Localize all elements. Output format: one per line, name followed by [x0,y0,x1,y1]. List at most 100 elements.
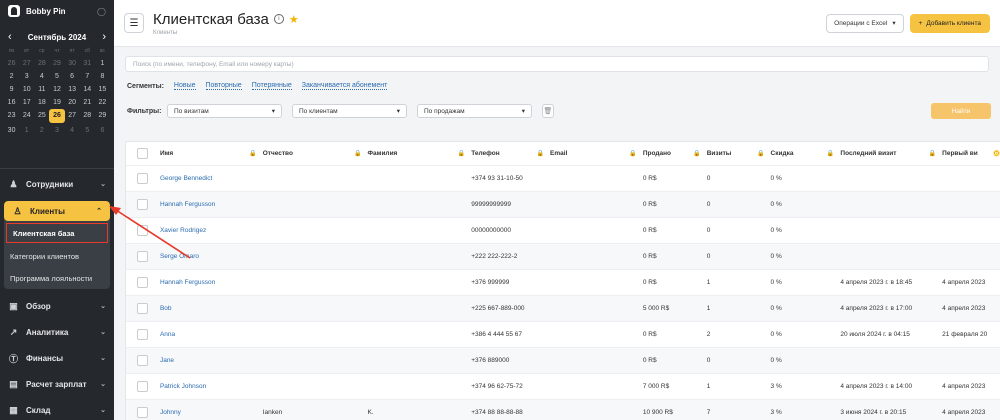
calendar-day[interactable]: 23 [4,111,19,121]
star-icon[interactable]: ★ [289,13,299,26]
segment-expiring[interactable]: Заканчивается абонемент [301,82,388,90]
menu-toggle-button[interactable]: ☰ [124,13,144,33]
table-row[interactable]: Xavier Rodrigez 00000000000 0 R$ 0 0 % [126,218,1000,244]
segment-lost[interactable]: Потерянные [251,82,292,90]
sidebar-subitem-client-base[interactable]: Клиентская база [6,223,108,243]
cell-client-name[interactable]: Xavier Rodrigez [160,227,206,234]
row-checkbox[interactable] [137,199,149,210]
sidebar-subitem-loyalty[interactable]: Программа лояльности [4,267,110,289]
table-row[interactable]: George Bennedict +374 93 31-10-50 0 R$ 0 0 % [126,166,1000,192]
calendar-day[interactable]: 2 [34,126,49,136]
cell-client-name[interactable]: Bob [160,305,172,312]
row-checkbox[interactable] [137,381,149,392]
calendar-day[interactable]: 22 [95,98,110,108]
calendar-day[interactable]: 25 [34,111,49,121]
calendar-day[interactable]: 27 [19,59,34,69]
cell-client-name[interactable]: Patrick Johnson [160,383,206,390]
calendar-day[interactable]: 18 [34,98,49,108]
calendar-day[interactable]: 19 [49,98,64,108]
calendar-prev-icon[interactable]: ‹ [8,31,12,43]
column-header-phone[interactable]: Телефон [471,150,499,157]
table-row[interactable]: Anna +386 4 444 55 67 0 R$ 2 0 % 20 июля 2024… [126,322,1000,348]
calendar-day[interactable]: 9 [4,85,19,95]
segment-repeat[interactable]: Повторные [205,82,242,90]
sales-filter-select[interactable]: По продажам ▾ [417,104,532,118]
calendar-day[interactable]: 4 [65,126,80,136]
sidebar-item-clients[interactable]: ♙ Клиенты ⌃ [4,201,110,221]
calendar-day[interactable]: 31 [80,59,95,69]
segment-new[interactable]: Новые [173,82,196,90]
row-checkbox[interactable] [137,407,149,418]
calendar-day[interactable]: 1 [19,126,34,136]
cell-client-name[interactable]: Jane [160,357,174,364]
calendar-day[interactable]: 12 [49,85,64,95]
calendar-day[interactable]: 20 [65,98,80,108]
row-checkbox[interactable] [137,303,149,314]
table-row[interactable]: Bob +225 667-889-000 5 000 R$ 1 0 % 4 апреля … [126,296,1000,322]
sidebar-item-analytics[interactable]: ↗ Аналитика ⌄ [0,319,114,345]
row-checkbox[interactable] [137,277,149,288]
excel-operations-button[interactable]: Операции с Excel ▾ [826,13,904,33]
calendar-day[interactable]: 13 [65,85,80,95]
column-header-patronymic[interactable]: Отчество [263,150,293,157]
find-button[interactable]: Найти [931,103,991,119]
bell-icon[interactable]: ◯ [97,7,106,16]
calendar-day[interactable]: 30 [4,126,19,136]
calendar-day[interactable]: 5 [80,126,95,136]
table-row[interactable]: Patrick Johnson +374 96 62-75-72 7 000 R$ 1… [126,374,1000,400]
column-header-name[interactable]: Имя [160,150,173,157]
calendar-day[interactable]: 2 [4,72,19,82]
add-client-button[interactable]: + Добавить клиента [909,13,990,33]
calendar-day[interactable]: 28 [34,59,49,69]
row-checkbox[interactable] [137,355,149,366]
column-header-last-visit[interactable]: Последний визит [840,150,896,157]
table-row[interactable]: Hannah Fergusson 99999999999 0 R$ 0 0 % [126,192,1000,218]
table-row[interactable]: Hannah Fergusson +376 999999 0 R$ 1 0 % 4 апр… [126,270,1000,296]
table-row[interactable]: Jane +376 889000 0 R$ 0 0 % [126,348,1000,374]
calendar-day[interactable]: 3 [19,72,34,82]
column-header-first-visit[interactable]: Первый ви [942,150,978,157]
sidebar-item-payroll[interactable]: ▤ Расчет зарплат ⌄ [0,371,114,397]
column-header-visits[interactable]: Визиты [707,150,732,157]
calendar-day[interactable]: 5 [49,72,64,82]
brand-bar[interactable]: Bobby Pin ◯ [0,0,114,22]
trash-icon[interactable]: 🗑 [542,104,554,118]
column-header-discount[interactable]: Скидка [771,150,794,157]
calendar-day[interactable]: 10 [19,85,34,95]
select-all-checkbox[interactable] [137,148,149,159]
calendar-day[interactable]: 26 [4,59,19,69]
clients-filter-select[interactable]: По клиентам ▾ [292,104,407,118]
calendar-day[interactable]: 30 [65,59,80,69]
calendar-day[interactable]: 29 [49,59,64,69]
breadcrumb[interactable]: Клиенты [153,30,299,36]
cell-client-name[interactable]: Serge Omaro [160,253,199,260]
cell-client-name[interactable]: Hannah Fergusson [160,279,215,286]
row-checkbox[interactable] [137,329,149,340]
row-checkbox[interactable] [137,173,149,184]
calendar-day[interactable]: 15 [95,85,110,95]
cell-client-name[interactable]: Johnny [160,409,181,416]
row-checkbox[interactable] [137,251,149,262]
table-row[interactable]: Johnny Ianken K. +374 88 88-88-88 10 900 R$ 7… [126,400,1000,420]
calendar-day-today[interactable]: 26 [49,109,65,123]
table-row[interactable]: Serge Omaro +222 222-222-2 0 R$ 0 0 % [126,244,1000,270]
calendar-day[interactable]: 4 [34,72,49,82]
visits-filter-select[interactable]: По визитам ▾ [167,104,282,118]
info-icon[interactable]: i [273,14,284,24]
calendar-day[interactable]: 16 [4,98,19,108]
sidebar-item-warehouse[interactable]: ▦ Склад ⌄ [0,397,114,420]
calendar-day[interactable]: 11 [34,85,49,95]
calendar-day[interactable]: 7 [80,72,95,82]
calendar-day[interactable]: 29 [95,111,110,121]
search-input[interactable]: Поиск (по имени, телефону, Email или ном… [125,56,989,72]
calendar-day[interactable]: 27 [65,111,80,121]
sidebar-item-employees[interactable]: ♟ Сотрудники ⌄ [0,171,114,197]
calendar-day[interactable]: 8 [95,72,110,82]
calendar-day[interactable]: 3 [49,126,64,136]
sidebar-item-overview[interactable]: ▣ Обзор ⌄ [0,293,114,319]
sidebar-item-finance[interactable]: Ⓣ Финансы ⌄ [0,345,114,371]
sidebar-subitem-client-categories[interactable]: Категории клиентов [4,245,110,267]
calendar-day[interactable]: 1 [95,59,110,69]
row-checkbox[interactable] [137,225,149,236]
cell-client-name[interactable]: Anna [160,331,175,338]
